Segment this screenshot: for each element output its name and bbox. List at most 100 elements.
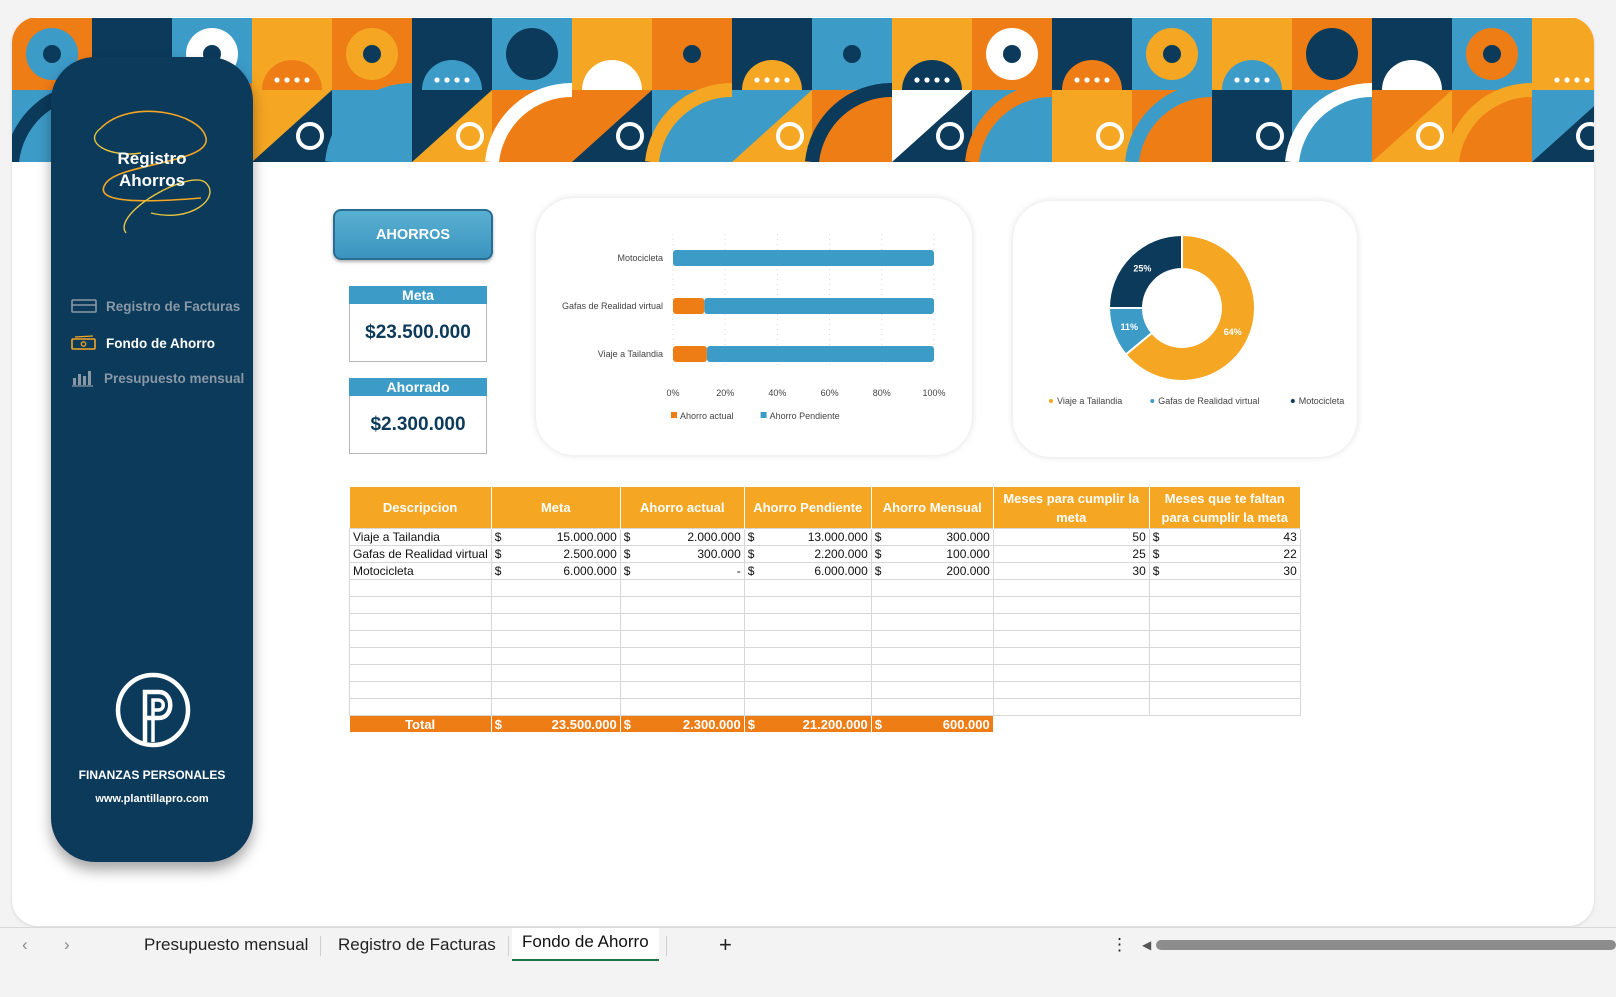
nav-item-presupuesto-mensual[interactable]: Presupuesto mensual: [71, 367, 244, 389]
money-cell[interactable]: $100.000: [870, 545, 994, 563]
empty-cell[interactable]: [743, 596, 872, 614]
empty-cell[interactable]: [619, 630, 745, 648]
ahorros-button[interactable]: AHORROS: [333, 209, 493, 260]
empty-cell[interactable]: [490, 647, 621, 665]
empty-cell[interactable]: [490, 630, 621, 648]
legend-dot: [1049, 399, 1053, 403]
empty-cell[interactable]: [1148, 613, 1301, 631]
desc-cell[interactable]: Viaje a Tailandia: [349, 528, 492, 546]
more-options-icon[interactable]: ⋮: [1111, 928, 1128, 962]
money-cell[interactable]: $2.200.000: [743, 545, 872, 563]
donut-chart-card[interactable]: 64% 11% 25% Viaje a Tailandia Gafas de Reali…: [1013, 201, 1357, 457]
money-cell[interactable]: $6.000.000: [743, 562, 872, 580]
empty-cell[interactable]: [870, 647, 994, 665]
banner-dots: [594, 77, 600, 83]
empty-cell[interactable]: [619, 596, 745, 614]
empty-cell[interactable]: [1148, 647, 1301, 665]
empty-cell[interactable]: [992, 681, 1150, 699]
empty-cell[interactable]: [992, 664, 1150, 682]
empty-cell[interactable]: [743, 630, 872, 648]
empty-cell[interactable]: [870, 698, 994, 716]
horizontal-scrollbar[interactable]: [1156, 940, 1616, 950]
empty-cell[interactable]: [992, 613, 1150, 631]
tab-fondo-ahorro[interactable]: Fondo de Ahorro: [512, 928, 659, 961]
empty-cell[interactable]: [490, 698, 621, 716]
empty-cell[interactable]: [349, 630, 492, 648]
money-cell[interactable]: $13.000.000: [743, 528, 872, 546]
empty-cell[interactable]: [870, 596, 994, 614]
empty-cell[interactable]: [870, 664, 994, 682]
months-cell[interactable]: 25: [992, 545, 1150, 563]
money-cell[interactable]: $30: [1148, 562, 1301, 580]
nav-item-registro-facturas[interactable]: Registro de Facturas: [71, 295, 240, 317]
empty-cell[interactable]: [490, 664, 621, 682]
empty-cell[interactable]: [349, 664, 492, 682]
empty-cell[interactable]: [349, 681, 492, 699]
add-sheet-button[interactable]: +: [719, 928, 732, 962]
kpi-ahorrado-label: Ahorrado: [349, 378, 487, 396]
empty-cell[interactable]: [743, 664, 872, 682]
empty-cell[interactable]: [743, 647, 872, 665]
scroll-right-icon[interactable]: ›: [64, 928, 70, 962]
empty-cell[interactable]: [619, 579, 745, 597]
tab-registro-facturas[interactable]: Registro de Facturas: [338, 928, 496, 962]
empty-cell[interactable]: [870, 579, 994, 597]
empty-cell[interactable]: [1148, 664, 1301, 682]
empty-cell[interactable]: [1148, 681, 1301, 699]
empty-cell[interactable]: [349, 613, 492, 631]
scroll-left-icon[interactable]: ‹: [22, 928, 28, 962]
empty-cell[interactable]: [992, 630, 1150, 648]
desc-cell[interactable]: Motocicleta: [349, 562, 492, 580]
banner-dot: [43, 45, 61, 63]
empty-cell[interactable]: [992, 579, 1150, 597]
money-cell[interactable]: $6.000.000: [490, 562, 621, 580]
money-cell[interactable]: $22: [1148, 545, 1301, 563]
savings-bar-chart: 0% 20% 40% 60% 80% 100% Motocicleta Gafas de Re…: [562, 234, 946, 421]
desc-cell[interactable]: Gafas de Realidad virtual: [349, 545, 492, 563]
banner-dots: [1094, 77, 1100, 83]
empty-cell[interactable]: [743, 579, 872, 597]
empty-cell[interactable]: [349, 596, 492, 614]
empty-cell[interactable]: [619, 664, 745, 682]
empty-cell[interactable]: [870, 613, 994, 631]
empty-cell[interactable]: [349, 647, 492, 665]
empty-cell[interactable]: [619, 698, 745, 716]
banner-dots: [304, 77, 310, 83]
empty-cell[interactable]: [1148, 579, 1301, 597]
empty-cell[interactable]: [870, 681, 994, 699]
money-cell[interactable]: $2.500.000: [490, 545, 621, 563]
empty-cell[interactable]: [992, 596, 1150, 614]
empty-cell[interactable]: [619, 647, 745, 665]
money-cell[interactable]: $15.000.000: [490, 528, 621, 546]
empty-cell[interactable]: [1148, 698, 1301, 716]
empty-cell[interactable]: [490, 596, 621, 614]
nav-item-fondo-ahorro[interactable]: Fondo de Ahorro: [71, 332, 215, 354]
empty-cell[interactable]: [1148, 630, 1301, 648]
total-amount: 23.500.000: [551, 716, 617, 732]
months-cell[interactable]: 50: [992, 528, 1150, 546]
money-cell[interactable]: $ -: [619, 562, 745, 580]
empty-cell[interactable]: [619, 613, 745, 631]
months-cell[interactable]: 30: [992, 562, 1150, 580]
scrollbar-left-arrow-icon[interactable]: ◀: [1142, 928, 1151, 962]
money-cell[interactable]: $300.000: [619, 545, 745, 563]
bar-chart-card[interactable]: 0% 20% 40% 60% 80% 100% Motocicleta Gafas de Re…: [536, 198, 972, 455]
empty-cell[interactable]: [743, 698, 872, 716]
empty-cell[interactable]: [992, 647, 1150, 665]
empty-cell[interactable]: [743, 681, 872, 699]
empty-cell[interactable]: [870, 630, 994, 648]
money-cell[interactable]: $2.000.000: [619, 528, 745, 546]
empty-cell[interactable]: [1148, 596, 1301, 614]
empty-cell[interactable]: [743, 613, 872, 631]
empty-cell[interactable]: [490, 613, 621, 631]
empty-cell[interactable]: [992, 698, 1150, 716]
tab-presupuesto-mensual[interactable]: Presupuesto mensual: [144, 928, 308, 962]
money-cell[interactable]: $200.000: [870, 562, 994, 580]
empty-cell[interactable]: [349, 579, 492, 597]
empty-cell[interactable]: [619, 681, 745, 699]
empty-cell[interactable]: [490, 579, 621, 597]
empty-cell[interactable]: [490, 681, 621, 699]
empty-cell[interactable]: [349, 698, 492, 716]
money-cell[interactable]: $300.000: [870, 528, 994, 546]
money-cell[interactable]: $43: [1148, 528, 1301, 546]
